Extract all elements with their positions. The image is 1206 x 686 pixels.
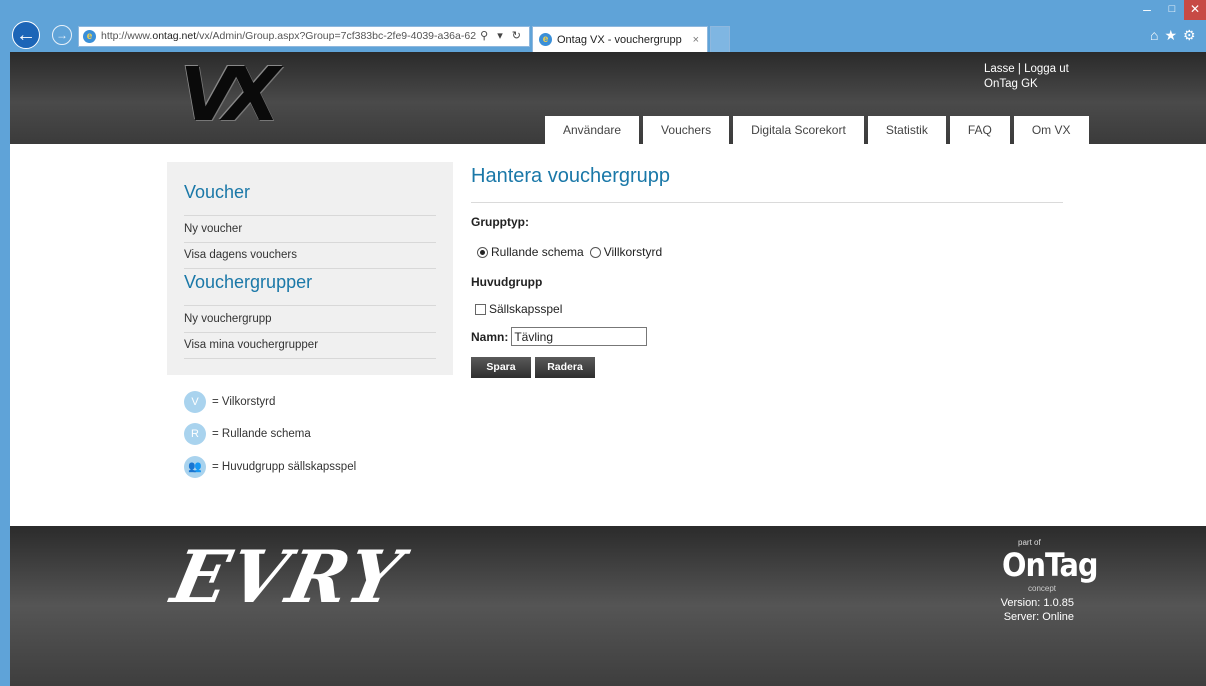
divider <box>184 242 436 243</box>
menu-item-vouchers[interactable]: Vouchers <box>643 116 730 144</box>
legend-label: = Rullande schema <box>212 428 311 440</box>
tab-title: Ontag VX - vouchergrupp <box>557 34 682 46</box>
legend-vilkorstyrd: V = Vilkorstyrd <box>184 391 275 413</box>
user-separator: | <box>1017 63 1021 75</box>
address-url: http://www.ontag.net/vx/Admin/Group.aspx… <box>101 30 477 42</box>
minimize-icon[interactable]: – <box>1134 0 1160 20</box>
evry-logo: EVRY <box>164 534 411 619</box>
sallskapsspel-checkbox[interactable] <box>475 303 486 315</box>
ie-favicon-icon: e <box>83 30 96 43</box>
name-field[interactable] <box>511 327 648 346</box>
divider <box>184 268 436 269</box>
grupptyp-radio-group: Rullande schema Villkorstyrd <box>477 245 662 259</box>
grupptyp-label: Grupptyp: <box>471 215 529 229</box>
server-status: Server: Online <box>1003 611 1074 623</box>
gear-icon[interactable]: ⚙ <box>1183 27 1202 43</box>
save-button[interactable]: Spara <box>471 357 531 378</box>
sidebar-link-ny-vouchergrupp[interactable]: Ny vouchergrupp <box>184 313 436 325</box>
name-row: Namn: <box>471 327 648 346</box>
club-name: OnTag GK <box>984 78 1038 90</box>
favorites-icon[interactable]: ★ <box>1164 27 1183 43</box>
address-bar[interactable]: e http://www.ontag.net/vx/Admin/Group.as… <box>78 26 530 47</box>
v-badge-icon: V <box>184 391 206 413</box>
divider <box>184 358 436 359</box>
legend-label: = Vilkorstyrd <box>212 396 276 408</box>
browser-tab[interactable]: e Ontag VX - vouchergrupp × <box>532 26 708 52</box>
sidebar-heading-voucher: Voucher <box>184 182 251 202</box>
maximize-icon[interactable]: □ <box>1160 0 1184 20</box>
divider <box>184 332 436 333</box>
vx-logo[interactable]: VX <box>180 58 280 132</box>
sidebar-link-visa-mina-vouchergrupper[interactable]: Visa mina vouchergrupper <box>184 339 436 351</box>
close-window-icon[interactable]: ✕ <box>1184 0 1206 20</box>
radio-rullande-label[interactable]: Rullande schema <box>491 245 584 259</box>
menu-item-digitala-scorekort[interactable]: Digitala Scorekort <box>733 116 864 144</box>
divider <box>471 202 1063 203</box>
version-info: Version: 1.0.85 Server: Online <box>990 596 1074 624</box>
sidebar-heading-vouchergrupper: Vouchergrupper <box>184 272 313 292</box>
forward-button[interactable]: → <box>52 25 72 45</box>
divider <box>184 215 436 216</box>
ontag-logo: OnTag <box>1002 546 1099 584</box>
radio-rullande-schema[interactable] <box>477 246 488 258</box>
legend-label: = Huvudgrupp sällskapsspel <box>212 461 357 473</box>
sallskapsspel-checkbox-row: Sällskapsspel <box>475 302 562 316</box>
menu-item-om-vx[interactable]: Om VX <box>1013 116 1089 144</box>
radio-villkor-label[interactable]: Villkorstyrd <box>604 245 662 259</box>
page-title: Hantera vouchergrupp <box>471 165 671 187</box>
logout-link[interactable]: Logga ut <box>1024 63 1069 75</box>
address-actions-icon[interactable]: ⚲ ▾ ↻ <box>480 27 524 46</box>
menu-item-faq[interactable]: FAQ <box>949 116 1010 144</box>
home-icon[interactable]: ⌂ <box>1150 27 1164 43</box>
radio-villkorstyrd[interactable] <box>589 246 601 258</box>
new-tab-button[interactable] <box>710 26 730 52</box>
sidebar-link-visa-dagens-vouchers[interactable]: Visa dagens vouchers <box>184 249 436 261</box>
sidebar-link-ny-voucher[interactable]: Ny voucher <box>184 223 436 235</box>
tab-close-icon[interactable]: × <box>693 28 699 52</box>
back-button[interactable]: ← <box>12 21 40 49</box>
window-border <box>0 0 10 686</box>
menu-item-anvandare[interactable]: Användare <box>545 116 640 144</box>
delete-button[interactable]: Radera <box>535 357 595 378</box>
group-badge-icon: 👥 <box>184 456 206 478</box>
main-menu: Användare Vouchers Digitala Scorekort St… <box>545 116 1093 144</box>
r-badge-icon: R <box>184 423 206 445</box>
toolbar-icons[interactable]: ⌂★⚙ <box>1150 27 1202 44</box>
site-footer: EVRY part of OnTag concept Version: 1.0.… <box>10 526 1206 686</box>
sallskapsspel-label[interactable]: Sällskapsspel <box>489 302 562 316</box>
huvudgrupp-label: Huvudgrupp <box>471 275 543 289</box>
sidebar: Voucher Ny voucher Visa dagens vouchers … <box>167 162 453 375</box>
tab-favicon-icon: e <box>539 33 552 46</box>
name-label: Namn: <box>471 329 509 344</box>
user-name: Lasse <box>984 63 1015 75</box>
concept-label: concept <box>1028 584 1057 593</box>
menu-item-statistik[interactable]: Statistik <box>867 116 946 144</box>
user-info: Lasse | Logga ut OnTag GK <box>984 62 1069 92</box>
legend-rullande-schema: R = Rullande schema <box>184 423 311 445</box>
site-header: VX Lasse | Logga ut OnTag GK Användare V… <box>10 52 1206 144</box>
legend-huvudgrupp: 👥 = Huvudgrupp sällskapsspel <box>184 456 356 478</box>
divider <box>184 305 436 306</box>
version-text: Version: 1.0.85 <box>1000 597 1074 609</box>
